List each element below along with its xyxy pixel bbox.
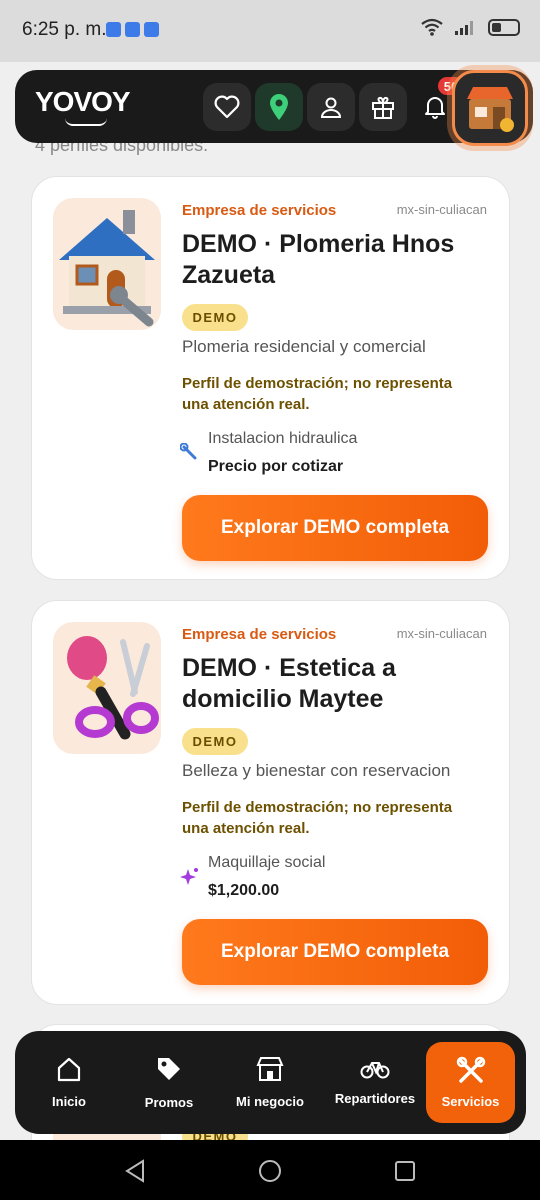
user-icon — [320, 97, 342, 118]
map-pin-icon — [270, 94, 288, 120]
card-description: Belleza y bienestar con reservacion — [182, 761, 451, 780]
gift-icon — [372, 96, 394, 119]
bell-icon — [425, 97, 445, 119]
nav-inicio[interactable]: Inicio — [27, 1031, 111, 1134]
mail-app-icon — [125, 22, 140, 37]
bottom-nav: Inicio Promos Mi negocio Repartidores Se… — [15, 1031, 526, 1134]
status-notification-icons — [106, 22, 159, 37]
nav-repartidores[interactable]: Repartidores — [327, 1031, 423, 1134]
profile-button[interactable] — [307, 83, 355, 131]
storefront-avatar-icon — [467, 87, 514, 132]
status-right — [420, 18, 520, 36]
app-logo[interactable]: YOVOY — [35, 86, 131, 118]
nav-label: Mi negocio — [236, 1094, 304, 1109]
nav-servicios[interactable]: Servicios — [426, 1042, 515, 1123]
services-list[interactable]: 4 perfiles disponibles. Empresa de servi… — [0, 62, 540, 1140]
service-name: Maquillaje social — [208, 854, 326, 871]
card-type: Empresa de servicios — [182, 626, 337, 643]
nav-label: Promos — [144, 1095, 194, 1110]
wrench-icon — [179, 442, 200, 468]
signal-icon — [455, 21, 473, 35]
home-icon — [57, 1057, 81, 1082]
phone-app-icon — [144, 22, 159, 37]
nav-label: Inicio — [52, 1094, 86, 1109]
service-name: Instalacion hidraulica — [208, 430, 358, 447]
bicycle-icon — [360, 1062, 390, 1079]
status-bar: 6:25 p. m. — [0, 0, 540, 62]
favorites-button[interactable] — [203, 83, 251, 131]
explore-demo-button[interactable]: Explorar DEMO completa — [182, 919, 488, 985]
heart-icon — [214, 95, 240, 119]
rewards-button[interactable] — [359, 83, 407, 131]
store-icon — [256, 1057, 284, 1081]
nav-mi-negocio[interactable]: Mi negocio — [225, 1031, 315, 1134]
recents-icon[interactable] — [394, 1160, 416, 1182]
demo-note: Perfil de demostración; no representa un… — [182, 375, 453, 413]
battery-icon — [488, 18, 520, 36]
tools-icon — [456, 1056, 485, 1083]
service-price: Precio por cotizar — [208, 458, 344, 475]
demo-badge: DEMO — [182, 728, 248, 755]
explore-demo-button[interactable]: Explorar DEMO completa — [182, 495, 488, 561]
service-card[interactable]: Empresa de servicios mx-sin-culiacan DEM… — [31, 600, 510, 1005]
card-title: DEMO · Estetica a domicilio Maytee — [182, 654, 396, 713]
card-description: Plomeria residencial y comercial — [182, 337, 426, 356]
chat-app-icon — [106, 22, 121, 37]
card-type: Empresa de servicios — [182, 202, 337, 219]
plumbing-house-icon — [53, 198, 161, 330]
service-card[interactable]: Empresa de servicios mx-sin-culiacan DEM… — [31, 176, 510, 580]
sparkles-icon — [180, 867, 200, 892]
nav-label: Repartidores — [334, 1091, 416, 1106]
card-region: mx-sin-culiacan — [396, 202, 487, 217]
back-icon[interactable] — [124, 1159, 146, 1183]
demo-note: Perfil de demostración; no representa un… — [182, 799, 453, 837]
logo-smile — [65, 118, 107, 126]
service-price: $1,200.00 — [208, 882, 280, 899]
makeup-brush-scissors-icon — [53, 622, 161, 754]
demo-badge: DEMO — [182, 304, 248, 331]
system-nav-bar — [0, 1140, 540, 1200]
home-circle-icon[interactable] — [258, 1159, 282, 1183]
nav-label: Servicios — [441, 1094, 500, 1109]
card-title: DEMO · Plomeria Hnos Zazueta — [182, 230, 455, 289]
status-time: 6:25 p. m. — [22, 19, 107, 40]
nav-promos[interactable]: Promos — [127, 1031, 211, 1134]
business-profile-button[interactable] — [452, 70, 528, 146]
wifi-icon — [421, 18, 443, 36]
card-region: mx-sin-culiacan — [396, 626, 487, 641]
tag-icon — [158, 1058, 180, 1080]
location-button[interactable] — [255, 83, 303, 131]
